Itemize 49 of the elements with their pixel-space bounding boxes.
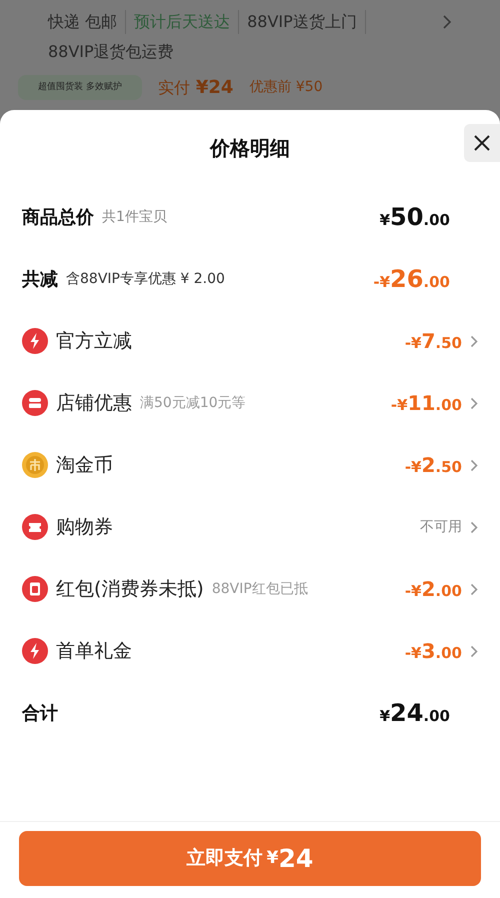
discount-row[interactable]: 红包(消费券未抵) 88VIP红包已抵 -¥2.00	[22, 558, 478, 620]
amount-text: -¥11.00	[390, 390, 462, 417]
discount-row[interactable]: 购物券 不可用	[22, 496, 478, 558]
row-note: 共1件宝贝	[102, 208, 167, 226]
row-note: 88VIP红包已抵	[212, 580, 308, 598]
discount-row[interactable]: 淘金币 -¥2.50	[22, 434, 478, 496]
close-icon	[473, 134, 491, 152]
shop-icon	[22, 390, 48, 416]
chevron-right-icon	[470, 520, 478, 534]
delivery-tag: 88VIP送货上门	[247, 10, 366, 34]
discount-row[interactable]: 官方立减 -¥7.50	[22, 310, 478, 372]
amount-text: -¥2.50	[404, 452, 462, 479]
coin-icon	[22, 452, 48, 478]
row-label: 商品总价	[22, 206, 94, 230]
row-label: 淘金币	[56, 452, 113, 478]
row-label: 合计	[22, 702, 58, 726]
row-label: 红包(消费券未抵)	[56, 576, 204, 602]
chevron-right-icon	[470, 396, 478, 410]
chevron-right-icon	[470, 644, 478, 658]
row-label: 首单礼金	[56, 638, 132, 664]
lightning-icon	[22, 328, 48, 354]
delivery-tag: 预计后天送达	[134, 10, 240, 34]
amount-text: -¥3.00	[404, 638, 462, 665]
paid-amount: ¥24	[196, 76, 234, 100]
row-note: 含88VIP专享优惠 ¥ 2.00	[66, 270, 225, 288]
original-price: 优惠前 ¥50	[249, 78, 323, 97]
row-note: 满50元减10元等	[140, 394, 246, 412]
envelope-icon	[22, 576, 48, 602]
discount-row[interactable]: 首单礼金 -¥3.00	[22, 620, 478, 682]
discount-row[interactable]: 店铺优惠 满50元减10元等 -¥11.00	[22, 372, 478, 434]
product-tag: 超值囤货装 多效赋护	[18, 74, 142, 100]
row-label: 官方立减	[56, 328, 132, 354]
chevron-right-icon	[470, 334, 478, 348]
chevron-right-icon	[442, 14, 452, 30]
delivery-tag: 88VIP退货包运费	[48, 40, 182, 64]
lightning-icon	[22, 638, 48, 664]
sheet-title: 价格明细	[210, 135, 290, 162]
status-text: 不可用	[420, 518, 462, 536]
row-label: 共减	[22, 268, 58, 292]
amount-text: -¥7.50	[404, 328, 462, 355]
row-label: 购物券	[56, 514, 113, 540]
ticket-icon	[22, 514, 48, 540]
row-label: 店铺优惠	[56, 390, 132, 416]
delivery-tag: 快递 包邮	[48, 10, 126, 34]
chevron-right-icon	[470, 582, 478, 596]
chevron-right-icon	[470, 458, 478, 472]
amount-text: -¥2.00	[404, 576, 462, 603]
paid-label: 实付	[158, 76, 190, 98]
close-button[interactable]	[464, 124, 500, 162]
